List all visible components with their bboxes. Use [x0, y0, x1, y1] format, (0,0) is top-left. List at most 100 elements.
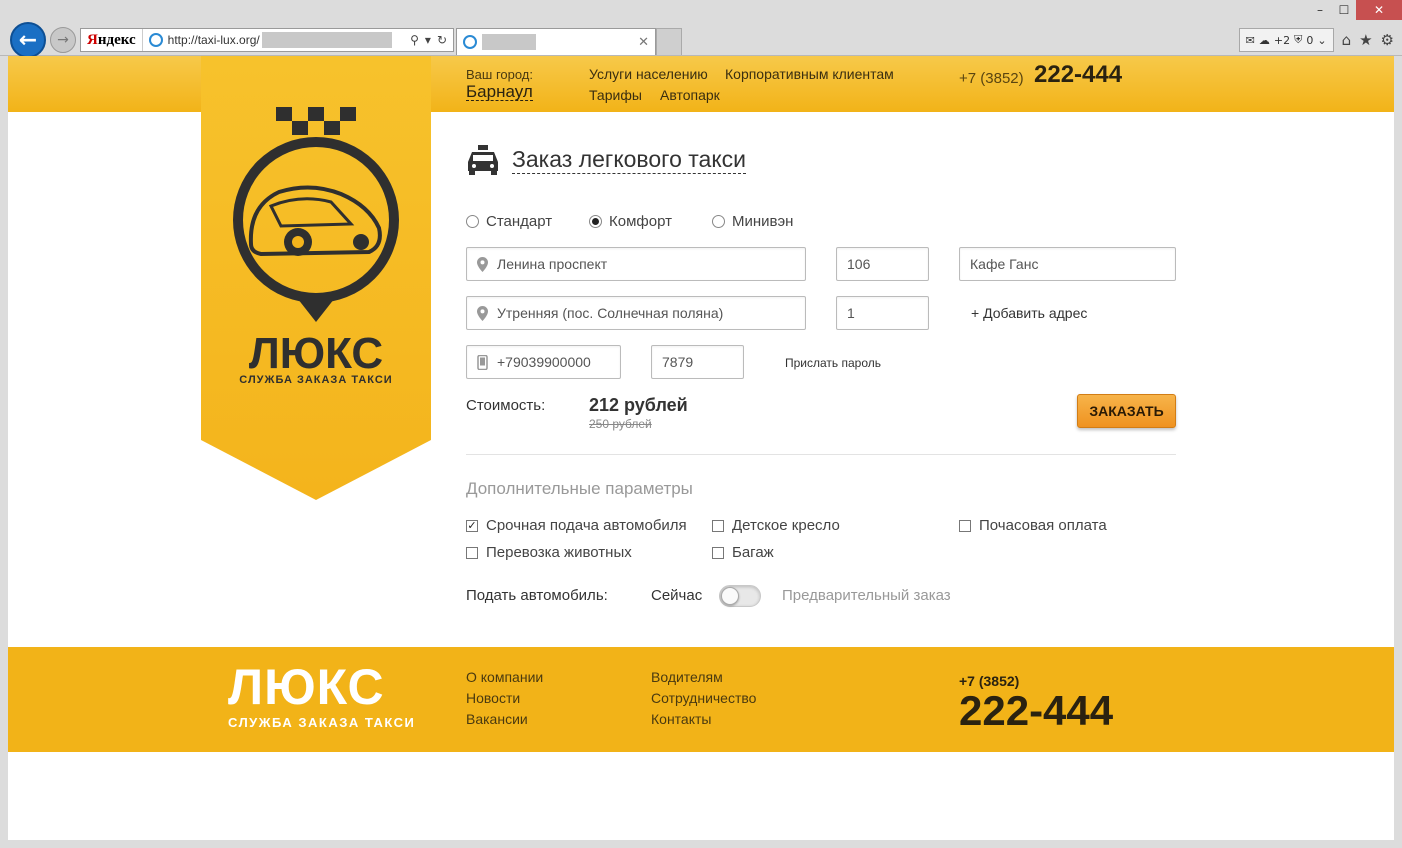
option-hourly-checkbox[interactable]: [959, 519, 971, 532]
browser-tab[interactable]: ✕: [456, 28, 656, 55]
toggle-knob[interactable]: [721, 587, 739, 605]
footer-link-drivers[interactable]: Водителям: [651, 669, 723, 685]
logo-main-text: ЛЮКС: [249, 329, 383, 378]
nav-services-link[interactable]: Услуги населению: [589, 66, 708, 82]
chevron-down-icon[interactable]: ⌄: [1317, 34, 1326, 47]
radio-standard-label: Стандарт: [486, 213, 553, 230]
form-heading: Заказ легкового такси: [466, 144, 746, 176]
radio-standard[interactable]: Стандарт: [466, 213, 552, 230]
option-luggage[interactable]: Багаж: [712, 544, 774, 561]
option-child-seat-label: Детское кресло: [732, 517, 840, 534]
radio-comfort-label: Комфорт: [609, 213, 672, 230]
ext-count-1: +2: [1273, 33, 1291, 47]
back-button[interactable]: ←: [10, 22, 46, 58]
nav-tariffs-link[interactable]: Тарифы: [589, 87, 642, 103]
option-luggage-checkbox[interactable]: [712, 546, 724, 559]
radio-comfort[interactable]: Комфорт: [589, 213, 672, 230]
location-pin-icon: [477, 256, 488, 272]
footer-logo[interactable]: ЛЮКС СЛУЖБА ЗАКАЗА ТАКСИ: [228, 662, 415, 730]
phone-input[interactable]: +79039900000: [466, 345, 621, 379]
radio-standard-dot[interactable]: [466, 215, 479, 228]
footer-phone-number: 222-444: [959, 687, 1114, 734]
header-phone-code: +7 (3852): [959, 70, 1024, 87]
cost-label: Стоимость:: [466, 397, 546, 414]
footer-link-cooperation[interactable]: Сотрудничество: [651, 690, 756, 706]
radio-minivan[interactable]: Минивэн: [712, 213, 793, 230]
yandex-logo[interactable]: Яндекс: [81, 29, 143, 51]
close-window-icon[interactable]: ✕: [1356, 0, 1402, 20]
forward-button[interactable]: →: [50, 27, 76, 53]
option-pets[interactable]: Перевозка животных: [466, 544, 632, 561]
option-child-seat-checkbox[interactable]: [712, 519, 724, 532]
pickup-now-label[interactable]: Сейчас: [651, 587, 702, 604]
window-border-right: [1394, 56, 1402, 848]
pickup-label: Подать автомобиль:: [466, 587, 608, 604]
radio-comfort-dot[interactable]: [589, 215, 602, 228]
price-value: 212 рублей: [589, 395, 688, 415]
window-controls: – ☐ ✕: [1308, 0, 1402, 22]
order-button[interactable]: ЗАКАЗАТЬ: [1077, 394, 1176, 428]
mail-icon[interactable]: ✉: [1246, 34, 1255, 47]
logo-ribbon[interactable]: ЛЮКС СЛУЖБА ЗАКАЗА ТАКСИ: [201, 56, 431, 500]
shield-icon[interactable]: ⛨: [1294, 33, 1302, 47]
footer-link-contacts[interactable]: Контакты: [651, 711, 711, 727]
send-password-link[interactable]: Прислать пароль: [785, 356, 881, 370]
from-street-input[interactable]: Ленина проспект: [466, 247, 806, 281]
password-value: 7879: [662, 354, 694, 370]
from-house-input[interactable]: 106: [836, 247, 929, 281]
browser-toolbar: ✉ ☁ +2 ⛨ 0 ⌄ ⌂ ★ ⚙: [1238, 28, 1394, 52]
add-address-link[interactable]: + Добавить адрес: [971, 305, 1087, 321]
option-child-seat[interactable]: Детское кресло: [712, 517, 840, 534]
to-house-input[interactable]: 1: [836, 296, 929, 330]
address-bar[interactable]: Яндекс http://taxi-lux.org/ ⚲ ▾ ↻: [80, 28, 454, 52]
footer-logo-main: ЛЮКС: [228, 659, 385, 715]
option-urgent-checkbox[interactable]: ✓: [466, 519, 478, 532]
form-title[interactable]: Заказ легкового такси: [512, 146, 746, 174]
option-urgent-label: Срочная подача автомобиля: [486, 517, 687, 534]
search-icon[interactable]: ⚲: [410, 33, 419, 47]
pickup-later-label[interactable]: Предварительный заказ: [782, 587, 951, 604]
taxi-car-icon: [468, 145, 498, 175]
from-house-value: 106: [847, 256, 871, 272]
tab-close-icon[interactable]: ✕: [638, 35, 649, 50]
logo-sub-text: СЛУЖБА ЗАКАЗА ТАКСИ: [239, 374, 392, 386]
star-icon[interactable]: ★: [1359, 31, 1372, 49]
url-text[interactable]: http://taxi-lux.org/: [168, 33, 260, 47]
footer-logo-sub: СЛУЖБА ЗАКАЗА ТАКСИ: [228, 715, 416, 730]
from-street-value: Ленина проспект: [497, 256, 608, 272]
pickup-toggle[interactable]: [719, 585, 761, 607]
radio-minivan-dot[interactable]: [712, 215, 725, 228]
dropdown-icon[interactable]: ▾: [425, 33, 431, 47]
nav-fleet-link[interactable]: Автопарк: [660, 87, 720, 103]
arrow-right-icon: →: [57, 32, 69, 48]
footer-link-news[interactable]: Новости: [466, 690, 520, 706]
to-street-input[interactable]: Утренняя (пос. Солнечная поляна): [466, 296, 806, 330]
option-pets-checkbox[interactable]: [466, 546, 478, 559]
from-note-input[interactable]: Кафе Ганс: [959, 247, 1176, 281]
maximize-icon[interactable]: ☐: [1332, 0, 1356, 20]
header-phone-number: 222-444: [1034, 61, 1123, 88]
home-icon[interactable]: ⌂: [1342, 31, 1352, 49]
option-urgent[interactable]: ✓ Срочная подача автомобиля: [466, 517, 687, 534]
browser-chrome: – ☐ ✕ ← → Яндекс http://taxi-lux.org/ ⚲ …: [0, 0, 1402, 58]
tab-ie-icon: [463, 35, 477, 49]
cloud-icon[interactable]: ☁: [1259, 34, 1270, 47]
option-hourly[interactable]: Почасовая оплата: [959, 517, 1107, 534]
location-pin-icon: [477, 305, 488, 321]
city-selector[interactable]: Барнаул: [466, 83, 533, 101]
mobile-phone-icon: [477, 354, 488, 370]
extensions-box[interactable]: ✉ ☁ +2 ⛨ 0 ⌄: [1238, 28, 1334, 52]
radio-minivan-label: Минивэн: [732, 213, 794, 230]
footer-link-about[interactable]: О компании: [466, 669, 543, 685]
option-luggage-label: Багаж: [732, 544, 774, 561]
extras-title: Дополнительные параметры: [466, 479, 693, 498]
minimize-icon[interactable]: –: [1308, 0, 1332, 20]
gear-icon[interactable]: ⚙: [1381, 31, 1394, 49]
nav-corporate-link[interactable]: Корпоративным клиентам: [725, 66, 894, 82]
footer-link-vacancies[interactable]: Вакансии: [466, 711, 528, 727]
new-tab-button[interactable]: [656, 28, 682, 55]
section-divider: [466, 454, 1176, 455]
phone-value: +79039900000: [497, 354, 591, 370]
refresh-icon[interactable]: ↻: [437, 33, 447, 47]
password-input[interactable]: 7879: [651, 345, 744, 379]
